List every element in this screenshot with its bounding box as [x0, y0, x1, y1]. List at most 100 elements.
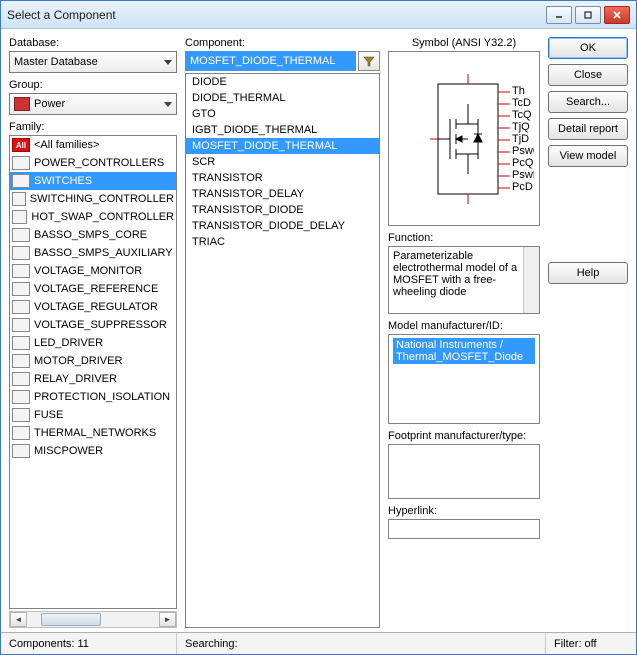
symbol-preview: ThTcDTcQTjQTjDPswQPcQPswDPcD: [388, 51, 540, 226]
model-list[interactable]: National Instruments / Thermal_MOSFET_Di…: [388, 334, 540, 424]
component-list[interactable]: DIODEDIODE_THERMALGTOIGBT_DIODE_THERMALM…: [185, 73, 380, 628]
family-item-label: MISCPOWER: [34, 445, 103, 457]
family-item[interactable]: BASSO_SMPS_AUXILIARY: [10, 244, 176, 262]
family-icon: [12, 444, 30, 458]
left-column: Database: Master Database Group: Power F…: [9, 37, 177, 628]
family-item[interactable]: RELAY_DRIVER: [10, 370, 176, 388]
svg-text:TjQ: TjQ: [512, 121, 530, 133]
minimize-button[interactable]: [546, 6, 572, 24]
family-icon: [12, 336, 30, 350]
family-item[interactable]: HOT_SWAP_CONTROLLER: [10, 208, 176, 226]
family-item[interactable]: SWITCHES: [10, 172, 176, 190]
family-item[interactable]: LED_DRIVER: [10, 334, 176, 352]
hyperlink-box[interactable]: [388, 519, 540, 539]
function-scrollbar[interactable]: [523, 247, 539, 313]
family-item[interactable]: PROTECTION_ISOLATION: [10, 388, 176, 406]
maximize-button[interactable]: [575, 6, 601, 24]
close-window-button[interactable]: [604, 6, 630, 24]
svg-text:TcD: TcD: [512, 97, 531, 109]
scroll-right-icon[interactable]: ►: [159, 612, 176, 627]
family-item[interactable]: POWER_CONTROLLERS: [10, 154, 176, 172]
component-item[interactable]: MOSFET_DIODE_THERMAL: [186, 138, 379, 154]
symbol-label: Symbol (ANSI Y32.2): [388, 37, 540, 49]
function-text-box: Parameterizable electrothermal model of …: [388, 246, 540, 314]
component-item[interactable]: SCR: [186, 154, 379, 170]
family-item[interactable]: VOLTAGE_REFERENCE: [10, 280, 176, 298]
family-icon: [12, 426, 30, 440]
maximize-icon: [583, 10, 593, 20]
right-area: Symbol (ANSI Y32.2): [388, 37, 628, 628]
family-item[interactable]: All<All families>: [10, 136, 176, 154]
family-item[interactable]: BASSO_SMPS_CORE: [10, 226, 176, 244]
family-icon: [12, 372, 30, 386]
family-item[interactable]: FUSE: [10, 406, 176, 424]
family-icon: [12, 210, 27, 224]
family-icon: [12, 390, 30, 404]
family-item-label: BASSO_SMPS_CORE: [34, 229, 147, 241]
component-filter-button[interactable]: [358, 51, 380, 71]
component-item[interactable]: IGBT_DIODE_THERMAL: [186, 122, 379, 138]
family-list[interactable]: All<All families> POWER_CONTROLLERS SWITCH…: [9, 135, 177, 609]
component-search-input[interactable]: [185, 51, 356, 71]
search-button[interactable]: Search...: [548, 91, 628, 113]
svg-text:TjD: TjD: [512, 133, 529, 145]
family-item-label: MOTOR_DRIVER: [34, 355, 122, 367]
family-item-label: VOLTAGE_REGULATOR: [34, 301, 158, 313]
family-icon: [12, 246, 30, 260]
database-dropdown[interactable]: Master Database: [9, 51, 177, 73]
family-item[interactable]: THERMAL_NETWORKS: [10, 424, 176, 442]
family-icon: [12, 300, 30, 314]
component-item[interactable]: TRANSISTOR_DELAY: [186, 186, 379, 202]
family-icon: [12, 228, 30, 242]
window-controls: [546, 6, 630, 24]
component-item[interactable]: TRIAC: [186, 234, 379, 250]
family-label: Family:: [9, 121, 177, 133]
family-item[interactable]: VOLTAGE_MONITOR: [10, 262, 176, 280]
status-components: Components: 11: [1, 633, 177, 654]
component-item[interactable]: DIODE: [186, 74, 379, 90]
component-item[interactable]: TRANSISTOR: [186, 170, 379, 186]
detail-report-button[interactable]: Detail report: [548, 118, 628, 140]
group-dropdown[interactable]: Power: [9, 93, 177, 115]
svg-text:PcQ: PcQ: [512, 157, 534, 169]
family-hscrollbar[interactable]: ◄ ►: [9, 611, 177, 628]
component-symbol-icon: ThTcDTcQTjQTjDPswQPcQPswDPcD: [394, 64, 534, 214]
status-bar: Components: 11 Searching: Filter: off: [1, 632, 636, 654]
svg-text:PswD: PswD: [512, 169, 534, 181]
footprint-list[interactable]: [388, 444, 540, 499]
svg-text:PswQ: PswQ: [512, 145, 534, 157]
family-icon: [12, 192, 26, 206]
component-item[interactable]: TRANSISTOR_DIODE_DELAY: [186, 218, 379, 234]
family-item-label: BASSO_SMPS_AUXILIARY: [34, 247, 173, 259]
database-label: Database:: [9, 37, 177, 49]
family-item[interactable]: VOLTAGE_SUPPRESSOR: [10, 316, 176, 334]
family-item[interactable]: VOLTAGE_REGULATOR: [10, 298, 176, 316]
component-item[interactable]: GTO: [186, 106, 379, 122]
scroll-thumb[interactable]: [41, 613, 101, 626]
family-item-label: VOLTAGE_MONITOR: [34, 265, 142, 277]
middle-column: Component: DIODEDIODE_THERMALGTOIGBT_DIO…: [185, 37, 380, 628]
component-item[interactable]: DIODE_THERMAL: [186, 90, 379, 106]
family-item-label: FUSE: [34, 409, 63, 421]
component-search: [185, 51, 380, 71]
family-item-label: RELAY_DRIVER: [34, 373, 117, 385]
group-label: Group:: [9, 79, 177, 91]
family-item-label: POWER_CONTROLLERS: [34, 157, 164, 169]
close-button[interactable]: Close: [548, 64, 628, 86]
dialog-window: Select a Component Database: Master Data…: [0, 0, 637, 655]
ok-button[interactable]: OK: [548, 37, 628, 59]
function-text: Parameterizable electrothermal model of …: [393, 250, 517, 298]
component-item[interactable]: TRANSISTOR_DIODE: [186, 202, 379, 218]
family-item[interactable]: MOTOR_DRIVER: [10, 352, 176, 370]
family-item[interactable]: SWITCHING_CONTROLLER: [10, 190, 176, 208]
scroll-left-icon[interactable]: ◄: [10, 612, 27, 627]
view-model-button[interactable]: View model: [548, 145, 628, 167]
model-row[interactable]: National Instruments / Thermal_MOSFET_Di…: [393, 338, 535, 364]
family-item[interactable]: MISCPOWER: [10, 442, 176, 460]
dialog-body: Database: Master Database Group: Power F…: [1, 29, 636, 632]
chevron-down-icon: [164, 98, 172, 110]
help-button[interactable]: Help: [548, 262, 628, 284]
right-main: Symbol (ANSI Y32.2): [388, 37, 540, 628]
database-value: Master Database: [14, 56, 98, 68]
chevron-down-icon: [164, 56, 172, 68]
